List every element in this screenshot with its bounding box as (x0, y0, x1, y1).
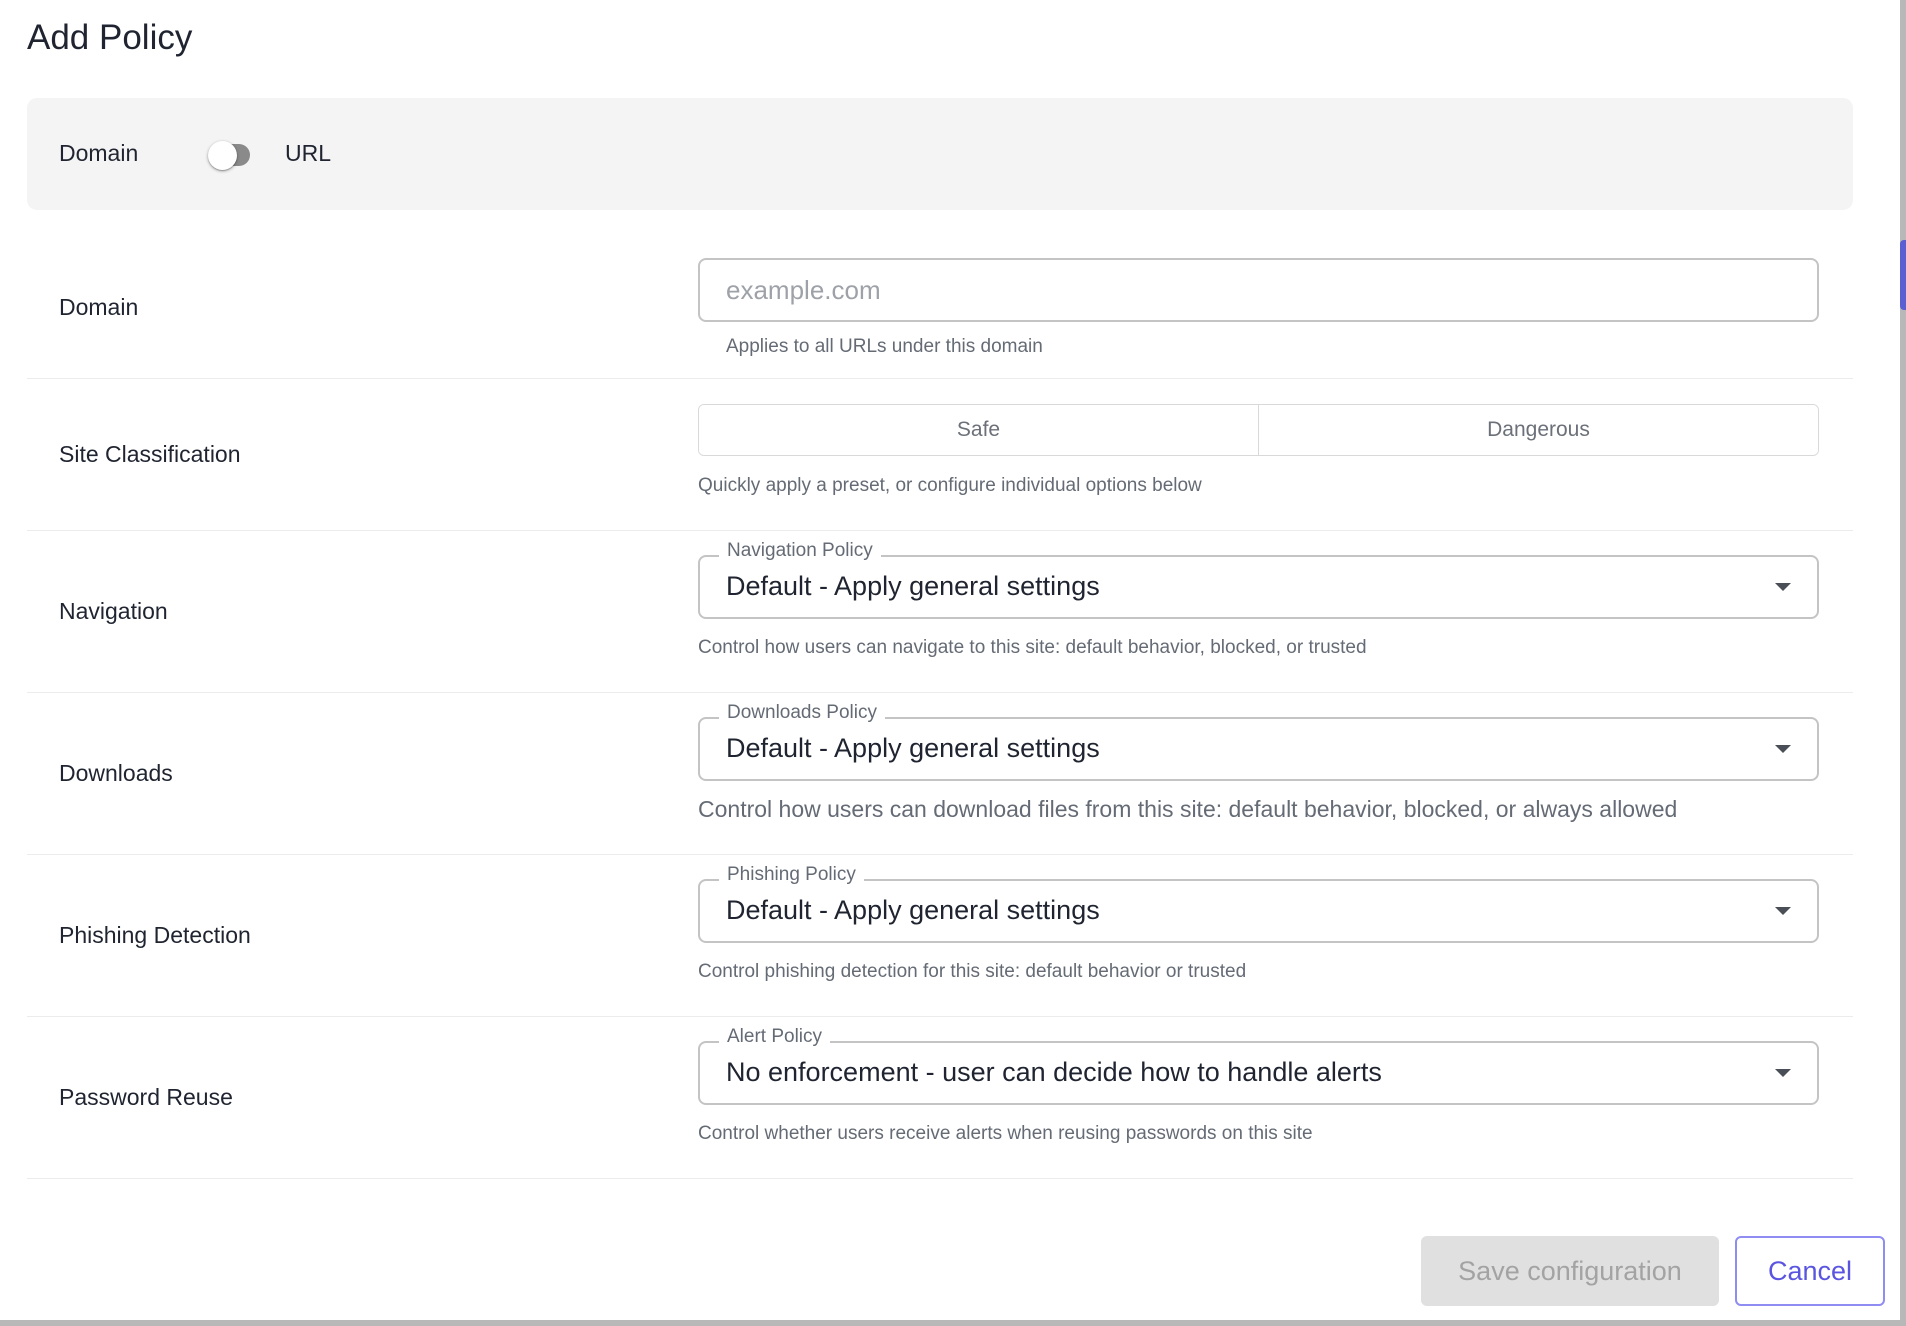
row-divider (27, 1178, 1853, 1179)
navigation-helper-text: Control how users can navigate to this s… (698, 637, 1367, 658)
alert-policy-value: No enforcement - user can decide how to … (726, 1057, 1382, 1087)
phishing-helper-text: Control phishing detection for this site… (698, 961, 1247, 982)
alert-policy-legend: Alert Policy (719, 1026, 831, 1048)
toggle-label-domain: Domain (59, 140, 139, 166)
phishing-policy-legend: Phishing Policy (719, 864, 864, 886)
row-label-downloads: Downloads (59, 760, 173, 786)
switch-thumb[interactable] (208, 141, 237, 170)
downloads-policy-value: Default - Apply general settings (726, 733, 1100, 763)
cancel-button[interactable]: Cancel (1735, 1236, 1885, 1306)
row-divider (27, 530, 1853, 531)
match-type-toggle-bar: Domain URL (27, 98, 1853, 210)
classification-safe-button[interactable]: Safe (699, 405, 1258, 455)
save-configuration-button[interactable]: Save configuration (1421, 1236, 1719, 1306)
row-divider (27, 854, 1853, 855)
domain-helper-text: Applies to all URLs under this domain (726, 336, 1043, 357)
navigation-policy-select[interactable]: Navigation Policy Default - Apply genera… (698, 540, 1819, 619)
toggle-label-url: URL (285, 140, 332, 166)
row-divider (27, 692, 1853, 693)
downloads-helper-text: Control how users can download files fro… (698, 796, 1678, 822)
row-label-site-classification: Site Classification (59, 441, 241, 467)
navigation-policy-legend: Navigation Policy (719, 540, 881, 562)
add-policy-dialog: Add Policy Domain URL Domain Applies to … (0, 0, 1900, 1320)
chevron-down-icon (1775, 745, 1791, 753)
dialog-title: Add Policy (27, 18, 193, 57)
row-divider (27, 378, 1853, 379)
chevron-down-icon (1775, 1069, 1791, 1077)
domain-input[interactable] (698, 258, 1819, 322)
downloads-policy-legend: Downloads Policy (719, 702, 885, 724)
classification-helper-text: Quickly apply a preset, or configure ind… (698, 475, 1202, 496)
chevron-down-icon (1775, 583, 1791, 591)
downloads-policy-select[interactable]: Downloads Policy Default - Apply general… (698, 702, 1819, 781)
alert-policy-select[interactable]: Alert Policy No enforcement - user can d… (698, 1026, 1819, 1105)
background-side-tab (1900, 240, 1906, 310)
row-label-password-reuse: Password Reuse (59, 1084, 233, 1110)
phishing-policy-value: Default - Apply general settings (726, 895, 1100, 925)
row-divider (27, 1016, 1853, 1017)
domain-url-switch[interactable] (180, 138, 266, 172)
row-label-navigation: Navigation (59, 598, 168, 624)
site-classification-toggle-group: Safe Dangerous (698, 404, 1819, 456)
phishing-policy-select[interactable]: Phishing Policy Default - Apply general … (698, 864, 1819, 943)
row-label-domain: Domain (59, 294, 139, 320)
classification-dangerous-button[interactable]: Dangerous (1258, 405, 1818, 455)
row-label-phishing-detection: Phishing Detection (59, 922, 251, 948)
chevron-down-icon (1775, 907, 1791, 915)
navigation-policy-value: Default - Apply general settings (726, 571, 1100, 601)
password-reuse-helper-text: Control whether users receive alerts whe… (698, 1123, 1313, 1144)
